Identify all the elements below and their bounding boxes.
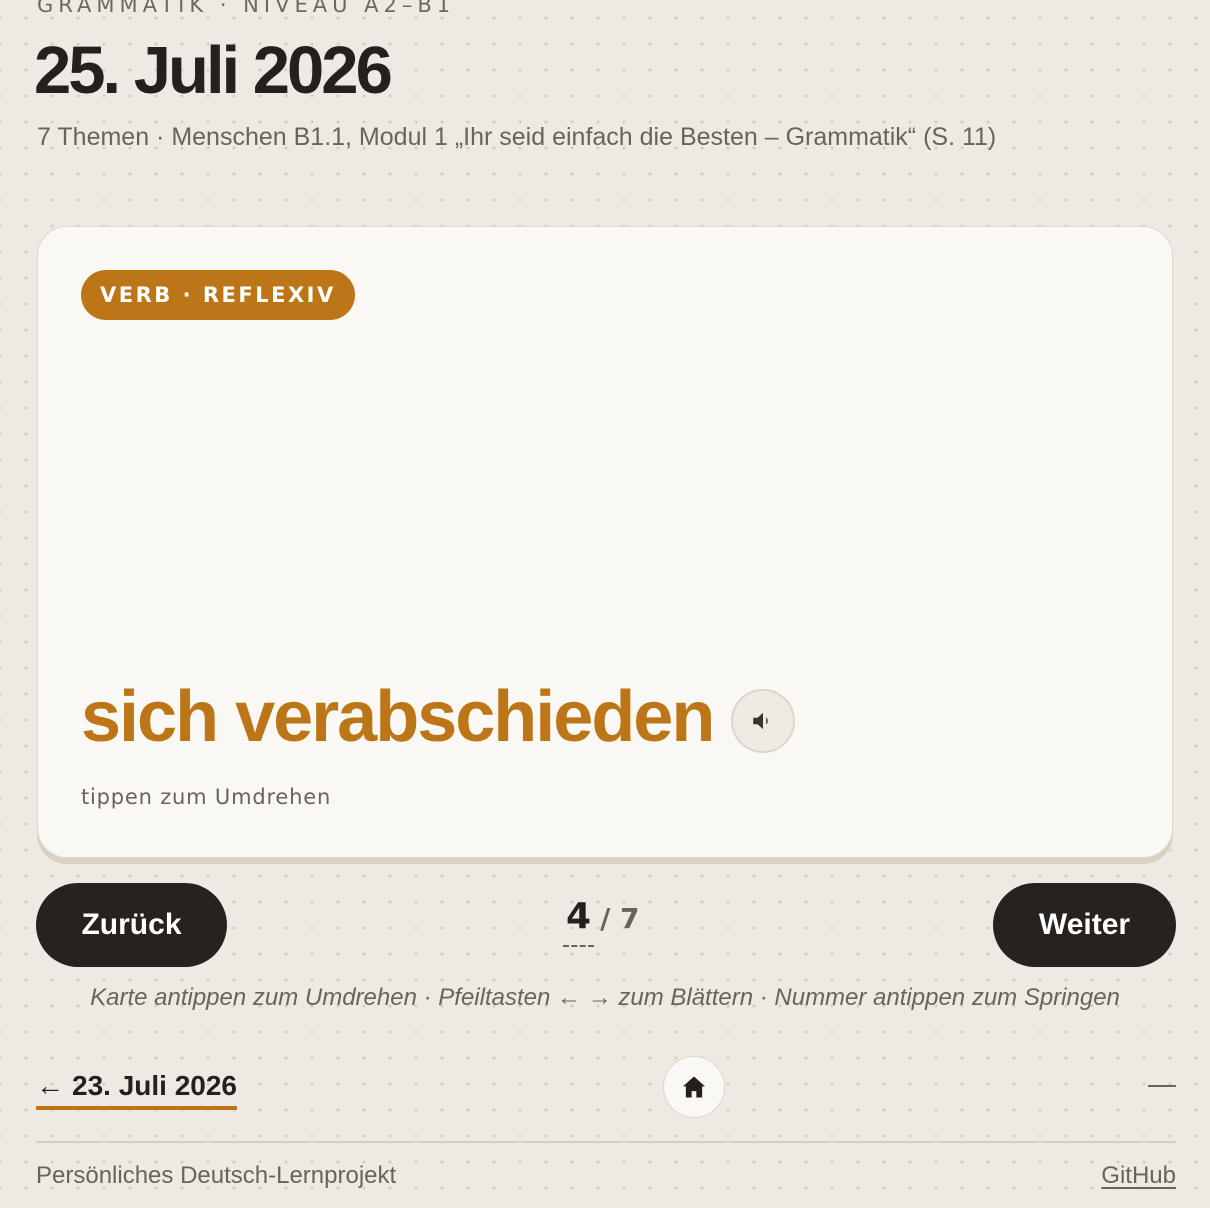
section-eyebrow: GRAMMATIK · NIVEAU A2–B1 (37, 0, 456, 17)
help-text: Karte antippen zum Umdrehen · Pfeiltaste… (90, 984, 1120, 1011)
page-subtitle: 7 Themen · Menschen B1.1, Modul 1 „Ihr s… (37, 123, 997, 151)
footer-text: Persönliches Deutsch-Lernprojekt (36, 1162, 397, 1189)
previous-button[interactable]: Zurück (36, 883, 227, 967)
flashcard-word: sich verabschieden (81, 677, 715, 757)
word-type-badge: VERB · REFLEXIV (81, 270, 355, 320)
next-day-placeholder (1148, 1085, 1176, 1087)
flashcard[interactable]: VERB · REFLEXIV sich verabschieden tippe… (37, 226, 1173, 858)
pronounce-button[interactable] (731, 689, 796, 753)
page-title: 25. Juli 2026 (34, 33, 393, 108)
flip-hint: tippen zum Umdrehen (81, 785, 332, 809)
previous-day-label: 23. Juli 2026 (72, 1070, 238, 1101)
word-row: sich verabschieden (81, 667, 796, 767)
github-link[interactable]: GitHub (1101, 1162, 1176, 1190)
current-card-number[interactable]: 4 (563, 896, 595, 947)
arrow-left-icon: ← (36, 1070, 64, 1101)
home-icon (682, 1076, 706, 1098)
footer-divider (36, 1141, 1176, 1143)
previous-day-link[interactable]: ← 23. Juli 2026 (36, 1066, 238, 1110)
next-button[interactable]: Weiter (993, 883, 1176, 967)
speaker-icon (753, 712, 769, 730)
card-total: / 7 (600, 902, 640, 935)
card-counter: 4 / 7 (560, 896, 660, 947)
home-button[interactable] (663, 1056, 725, 1118)
